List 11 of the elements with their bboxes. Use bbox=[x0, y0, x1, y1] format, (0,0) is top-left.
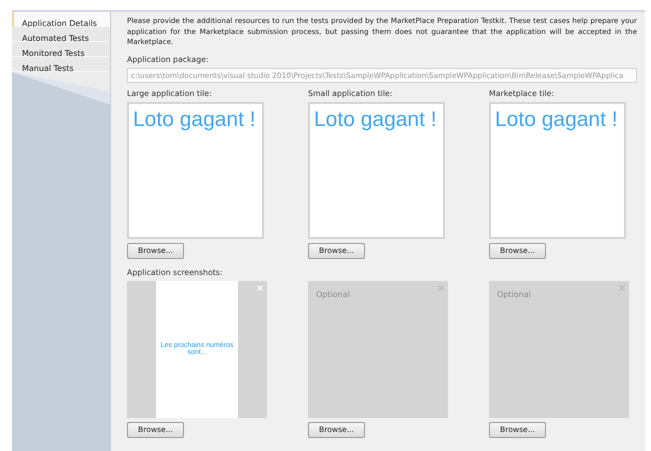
tile-text: Loto gagant ! bbox=[132, 106, 257, 132]
close-icon[interactable] bbox=[438, 284, 444, 290]
sidebar-tab[interactable]: Application Details bbox=[12, 12, 110, 27]
placeholder-text: Optional bbox=[315, 288, 350, 301]
sidebar-tab[interactable]: Monitored Tests bbox=[12, 42, 110, 57]
sidebar-tab[interactable]: Manual Tests bbox=[12, 57, 110, 72]
sidebar-tab[interactable]: Automated Tests bbox=[12, 27, 110, 42]
tile-text: Loto gagant ! bbox=[494, 106, 619, 132]
close-icon[interactable] bbox=[619, 284, 625, 290]
placeholder-text: Optional bbox=[496, 288, 531, 301]
tile-text: Loto gagant ! bbox=[313, 106, 438, 132]
